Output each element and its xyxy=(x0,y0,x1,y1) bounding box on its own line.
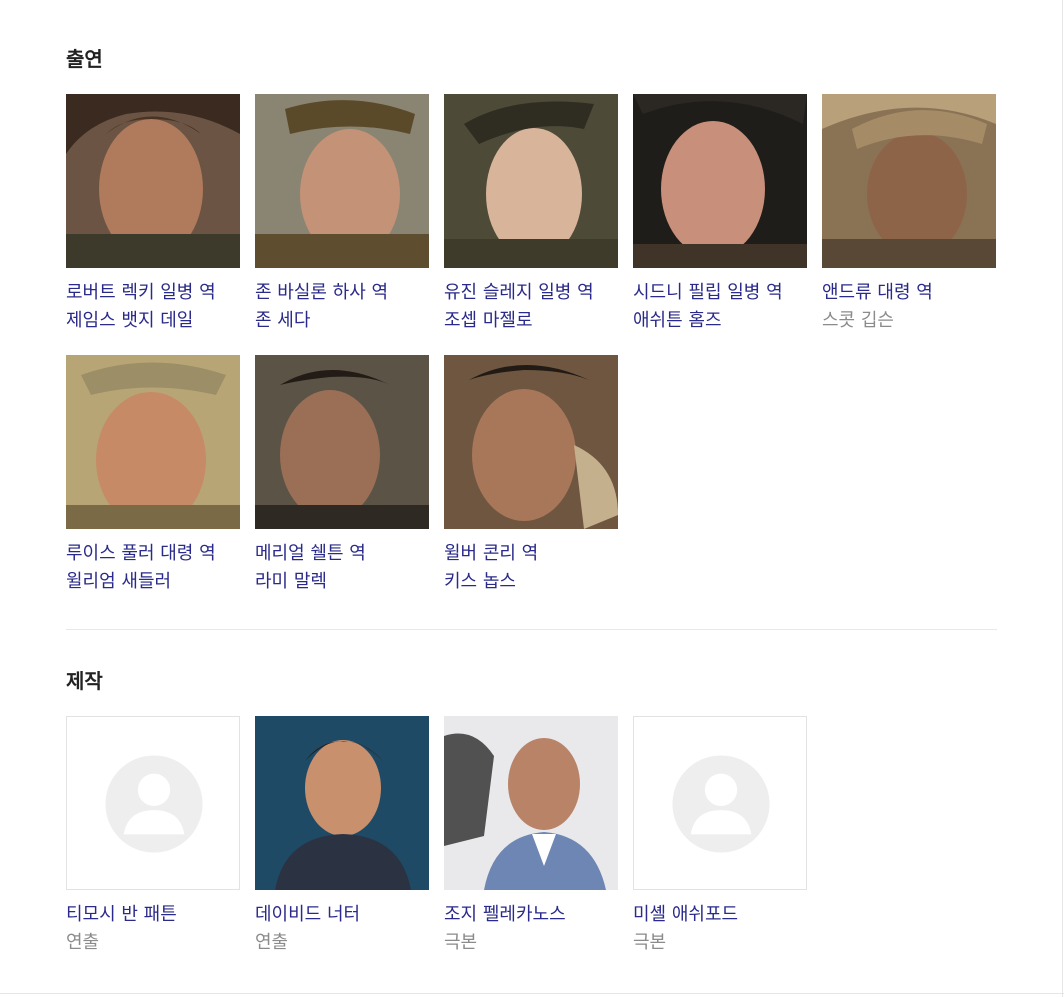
cast-card[interactable]: 루이스 풀러 대령 역 윌리엄 새들러 xyxy=(66,355,240,596)
cast-role[interactable]: 윌버 콘리 역 xyxy=(444,540,618,568)
crew-job: 연출 xyxy=(255,932,289,953)
crew-grid: 티모시 반 패튼 연출 데이비드 너터 연출 조지 펠레카노스 극본 미셸 애쉬… xyxy=(66,716,1016,977)
crew-card[interactable]: 티모시 반 패튼 연출 xyxy=(66,716,240,957)
crew-job: 극본 xyxy=(633,932,667,953)
section-divider xyxy=(66,629,997,630)
cast-photo[interactable] xyxy=(444,94,618,268)
person-silhouette-icon xyxy=(105,755,203,853)
cast-photo[interactable] xyxy=(822,94,996,268)
crew-section: 제작 티모시 반 패튼 연출 데이비드 너터 연출 조지 펠레카노스 극본 미셸… xyxy=(66,666,997,977)
cast-role[interactable]: 앤드류 대령 역 xyxy=(822,279,996,307)
page-bottom-border xyxy=(0,993,1064,994)
cast-actor[interactable]: 제임스 뱃지 데일 xyxy=(66,307,240,335)
crew-card[interactable]: 미셸 애쉬포드 극본 xyxy=(633,716,807,957)
crew-name[interactable]: 티모시 반 패튼 xyxy=(66,901,240,929)
crew-photo[interactable] xyxy=(444,716,618,890)
cast-actor[interactable]: 조셉 마젤로 xyxy=(444,307,618,335)
cast-role[interactable]: 메리얼 쉘튼 역 xyxy=(255,540,429,568)
crew-photo[interactable] xyxy=(255,716,429,890)
cast-role[interactable]: 존 바실론 하사 역 xyxy=(255,279,429,307)
cast-actor[interactable]: 윌리엄 새들러 xyxy=(66,568,240,596)
cast-role[interactable]: 시드니 필립 일병 역 xyxy=(633,279,807,307)
cast-photo[interactable] xyxy=(255,94,429,268)
cast-section-title: 출연 xyxy=(66,47,103,71)
cast-card[interactable]: 유진 슬레지 일병 역 조셉 마젤로 xyxy=(444,94,618,335)
cast-actor[interactable]: 애쉬튼 홈즈 xyxy=(633,307,807,335)
crew-job: 극본 xyxy=(444,932,478,953)
cast-role[interactable]: 유진 슬레지 일병 역 xyxy=(444,279,618,307)
person-silhouette-icon xyxy=(672,755,770,853)
cast-card[interactable]: 앤드류 대령 역 스콧 깁슨 xyxy=(822,94,996,335)
crew-photo-placeholder[interactable] xyxy=(633,716,807,890)
crew-name[interactable]: 미셸 애쉬포드 xyxy=(633,901,807,929)
cast-photo[interactable] xyxy=(633,94,807,268)
cast-grid: 로버트 렉키 일병 역 제임스 뱃지 데일 존 바실론 하사 역 존 세다 유진… xyxy=(66,94,1016,616)
crew-name[interactable]: 데이비드 너터 xyxy=(255,901,429,929)
cast-role[interactable]: 로버트 렉키 일병 역 xyxy=(66,279,240,307)
cast-photo[interactable] xyxy=(66,355,240,529)
crew-card[interactable]: 데이비드 너터 연출 xyxy=(255,716,429,957)
cast-card[interactable]: 윌버 콘리 역 키스 놉스 xyxy=(444,355,618,596)
cast-card[interactable]: 로버트 렉키 일병 역 제임스 뱃지 데일 xyxy=(66,94,240,335)
cast-actor[interactable]: 존 세다 xyxy=(255,307,429,335)
cast-photo[interactable] xyxy=(66,94,240,268)
cast-actor: 스콧 깁슨 xyxy=(822,310,894,331)
cast-actor[interactable]: 키스 놉스 xyxy=(444,568,618,596)
crew-section-title: 제작 xyxy=(66,669,103,693)
cast-card[interactable]: 메리얼 쉘튼 역 라미 말렉 xyxy=(255,355,429,596)
crew-photo-placeholder[interactable] xyxy=(66,716,240,890)
cast-photo[interactable] xyxy=(444,355,618,529)
cast-actor[interactable]: 라미 말렉 xyxy=(255,568,429,596)
crew-job: 연출 xyxy=(66,932,100,953)
cast-card[interactable]: 존 바실론 하사 역 존 세다 xyxy=(255,94,429,335)
cast-photo[interactable] xyxy=(255,355,429,529)
cast-section: 출연 로버트 렉키 일병 역 제임스 뱃지 데일 존 바실론 하사 역 존 세다… xyxy=(66,44,997,616)
crew-card[interactable]: 조지 펠레카노스 극본 xyxy=(444,716,618,957)
cast-card[interactable]: 시드니 필립 일병 역 애쉬튼 홈즈 xyxy=(633,94,807,335)
crew-name[interactable]: 조지 펠레카노스 xyxy=(444,901,618,929)
page-right-border xyxy=(1062,0,1063,997)
cast-role[interactable]: 루이스 풀러 대령 역 xyxy=(66,540,240,568)
